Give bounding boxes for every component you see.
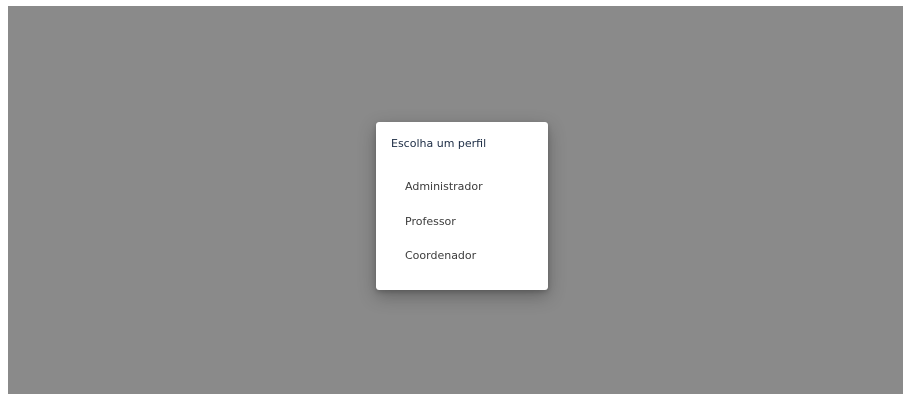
profile-option-professor[interactable]: Professor xyxy=(376,205,548,240)
profile-list: Administrador Professor Coordenador xyxy=(376,170,548,274)
dialog-title: Escolha um perfil xyxy=(391,137,487,150)
app-viewport: Olá, e... ações. Este pr... tantes... Es… xyxy=(8,6,903,394)
profile-chooser-dialog: Escolha um perfil Administrador Professo… xyxy=(376,122,548,290)
profile-option-administrador[interactable]: Administrador xyxy=(376,170,548,205)
profile-option-coordenador[interactable]: Coordenador xyxy=(376,239,548,274)
